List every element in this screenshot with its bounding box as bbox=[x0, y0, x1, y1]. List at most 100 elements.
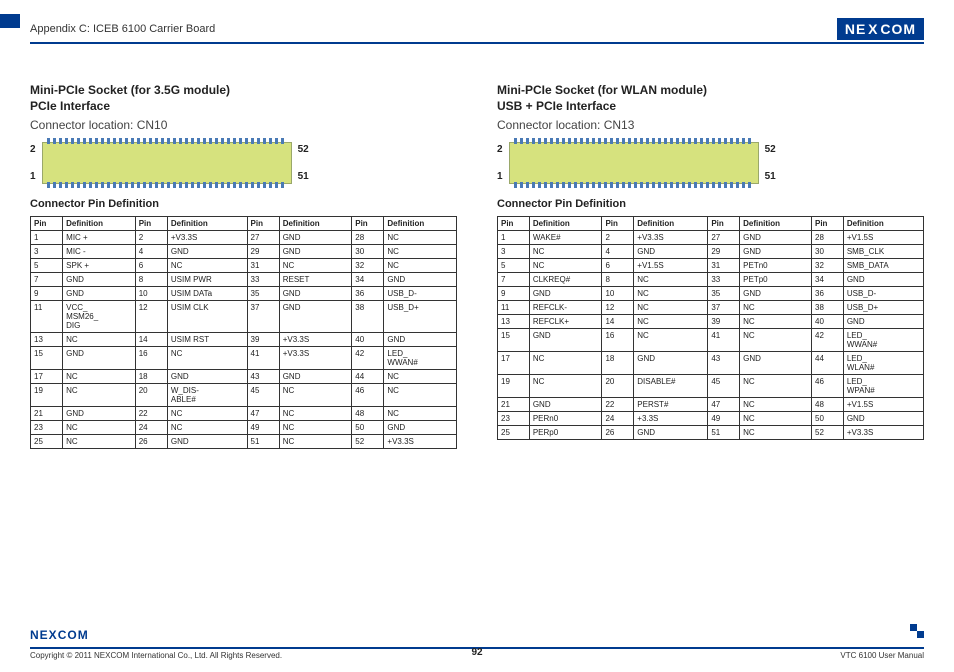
table-cell: 5 bbox=[31, 259, 63, 273]
table-cell: MIC - bbox=[63, 245, 136, 259]
table-cell: 20 bbox=[135, 384, 167, 407]
table-cell: NC bbox=[63, 333, 136, 347]
table-row: 1WAKE#2+V3.3S27GND28+V1.5S bbox=[498, 231, 924, 245]
table-cell: SMB_CLK bbox=[843, 245, 923, 259]
left-pin-table: PinDefinitionPinDefinitionPinDefinitionP… bbox=[30, 216, 457, 449]
table-header-cell: Pin bbox=[498, 217, 530, 231]
table-cell: NC bbox=[279, 384, 352, 407]
table-cell: 36 bbox=[812, 287, 844, 301]
table-row: 7CLKREQ#8NC33PETp034GND bbox=[498, 273, 924, 287]
table-cell: GND bbox=[740, 231, 812, 245]
table-header-cell: Definition bbox=[843, 217, 923, 231]
right-pin-1: 1 bbox=[497, 171, 503, 182]
table-cell: GND bbox=[63, 273, 136, 287]
nexcom-logo: NEXCOM bbox=[837, 18, 924, 40]
table-cell: 14 bbox=[135, 333, 167, 347]
table-cell: +V3.3S bbox=[634, 231, 708, 245]
table-cell: NC bbox=[529, 259, 602, 273]
table-cell: USB_D- bbox=[843, 287, 923, 301]
table-row: 5NC6+V1.5S31PETn032SMB_DATA bbox=[498, 259, 924, 273]
table-cell: 19 bbox=[498, 375, 530, 398]
table-cell: 30 bbox=[352, 245, 384, 259]
table-cell: WAKE# bbox=[529, 231, 602, 245]
table-row: 15GND16NC41+V3.3S42LED_ WWAN# bbox=[31, 347, 457, 370]
left-pin-labels-start: 2 1 bbox=[30, 144, 36, 182]
left-connector-diagram: 2 1 52 51 bbox=[30, 142, 457, 184]
table-cell: 37 bbox=[708, 301, 740, 315]
table-cell: GND bbox=[279, 231, 352, 245]
corner-mark bbox=[0, 14, 20, 28]
table-cell: SMB_DATA bbox=[843, 259, 923, 273]
left-subtitle: Connector location: CN10 bbox=[30, 118, 457, 132]
table-cell: RESET bbox=[279, 273, 352, 287]
right-title-2: USB + PCIe Interface bbox=[497, 98, 924, 114]
right-pin-def-title: Connector Pin Definition bbox=[497, 198, 924, 210]
table-cell: 51 bbox=[247, 435, 279, 449]
table-cell: 23 bbox=[498, 412, 530, 426]
table-cell: 17 bbox=[498, 352, 530, 375]
table-cell: 49 bbox=[708, 412, 740, 426]
table-cell: 10 bbox=[602, 287, 634, 301]
table-cell: NC bbox=[740, 301, 812, 315]
table-header-cell: Pin bbox=[247, 217, 279, 231]
table-cell: 29 bbox=[708, 245, 740, 259]
table-cell: 8 bbox=[602, 273, 634, 287]
table-header-cell: Definition bbox=[634, 217, 708, 231]
table-cell: PERp0 bbox=[529, 426, 602, 440]
table-cell: 23 bbox=[31, 421, 63, 435]
table-cell: 35 bbox=[247, 287, 279, 301]
table-cell: 40 bbox=[352, 333, 384, 347]
table-cell: USB_D- bbox=[384, 287, 457, 301]
table-cell: 7 bbox=[31, 273, 63, 287]
table-cell: GND bbox=[529, 287, 602, 301]
left-title-1: Mini-PCIe Socket (for 3.5G module) bbox=[30, 82, 457, 98]
table-cell: 34 bbox=[352, 273, 384, 287]
left-pin-52: 52 bbox=[298, 144, 309, 155]
table-row: 7GND8USIM PWR33RESET34GND bbox=[31, 273, 457, 287]
table-cell: 9 bbox=[498, 287, 530, 301]
table-row: 11REFCLK-12NC37NC38USB_D+ bbox=[498, 301, 924, 315]
table-cell: GND bbox=[384, 273, 457, 287]
header-title: Appendix C: ICEB 6100 Carrier Board bbox=[30, 23, 215, 35]
left-pin-2: 2 bbox=[30, 144, 36, 155]
table-cell: 46 bbox=[812, 375, 844, 398]
table-header-cell: Definition bbox=[63, 217, 136, 231]
table-row: 5SPK +6NC31NC32NC bbox=[31, 259, 457, 273]
table-cell: 45 bbox=[708, 375, 740, 398]
table-cell: VCC_ MSM26_ DIG bbox=[63, 301, 136, 333]
table-cell: 30 bbox=[812, 245, 844, 259]
table-cell: USIM PWR bbox=[167, 273, 247, 287]
table-cell: +V1.5S bbox=[634, 259, 708, 273]
left-column: Mini-PCIe Socket (for 3.5G module) PCIe … bbox=[30, 82, 457, 449]
table-cell: 12 bbox=[602, 301, 634, 315]
table-header-cell: Pin bbox=[708, 217, 740, 231]
table-cell: 43 bbox=[247, 370, 279, 384]
table-cell: NC bbox=[529, 375, 602, 398]
table-cell: GND bbox=[63, 287, 136, 301]
table-cell: 49 bbox=[247, 421, 279, 435]
table-cell: 10 bbox=[135, 287, 167, 301]
table-cell: USIM RST bbox=[167, 333, 247, 347]
table-cell: 22 bbox=[602, 398, 634, 412]
table-cell: GND bbox=[634, 352, 708, 375]
table-cell: 1 bbox=[31, 231, 63, 245]
table-cell: NC bbox=[279, 407, 352, 421]
table-cell: PERn0 bbox=[529, 412, 602, 426]
table-cell: 24 bbox=[135, 421, 167, 435]
table-row: 23PERn024+3.3S49NC50GND bbox=[498, 412, 924, 426]
table-cell: LED_ WPAN# bbox=[843, 375, 923, 398]
table-cell: NC bbox=[167, 259, 247, 273]
table-cell: NC bbox=[740, 375, 812, 398]
left-title-2: PCIe Interface bbox=[30, 98, 457, 114]
table-cell: GND bbox=[279, 301, 352, 333]
table-cell: 6 bbox=[135, 259, 167, 273]
table-cell: GND bbox=[384, 333, 457, 347]
table-cell: 32 bbox=[352, 259, 384, 273]
table-row: 23NC24NC49NC50GND bbox=[31, 421, 457, 435]
table-cell: 1 bbox=[498, 231, 530, 245]
right-pin-labels-end: 52 51 bbox=[765, 144, 776, 182]
table-cell: 15 bbox=[31, 347, 63, 370]
table-cell: 32 bbox=[812, 259, 844, 273]
table-cell: NC bbox=[384, 245, 457, 259]
table-cell: 43 bbox=[708, 352, 740, 375]
